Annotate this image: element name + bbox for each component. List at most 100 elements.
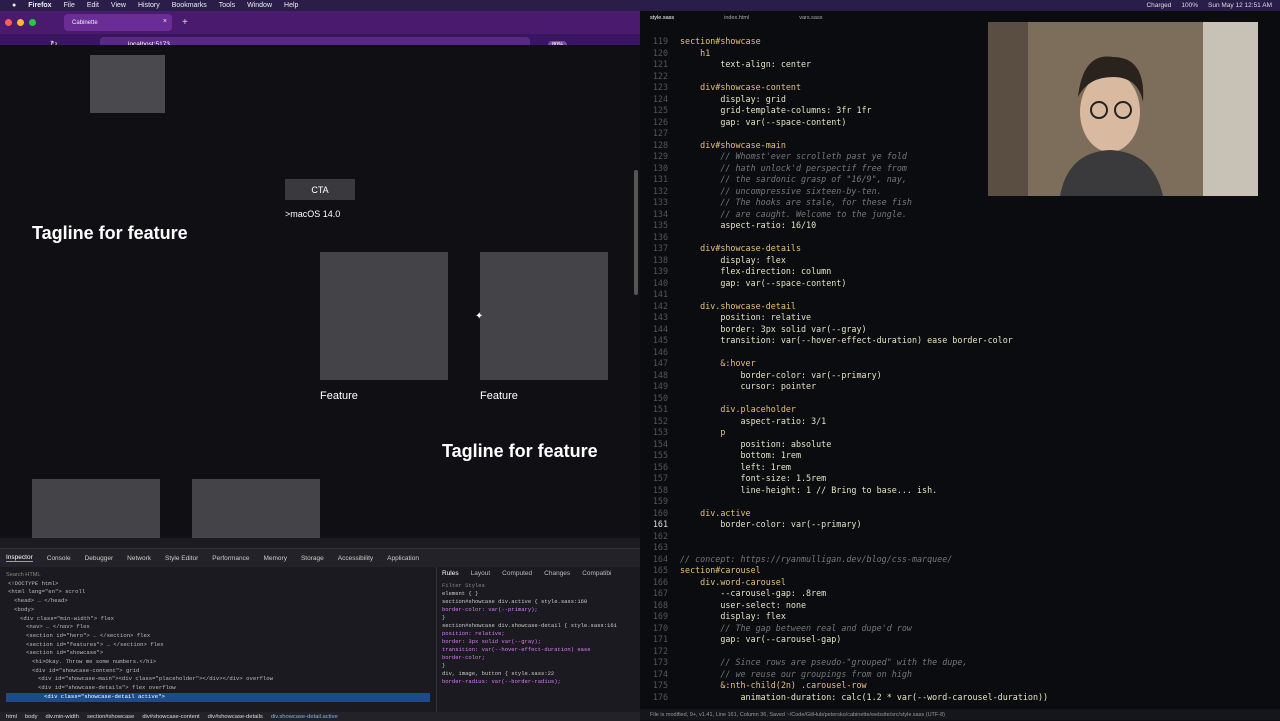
- menu-help[interactable]: Help: [284, 2, 298, 9]
- filter-styles-input[interactable]: Filter Styles: [442, 582, 636, 590]
- code-line[interactable]: 148 border-color: var(--primary): [640, 370, 1280, 382]
- menu-edit[interactable]: Edit: [87, 2, 99, 9]
- code-line[interactable]: 169 display: flex: [640, 611, 1280, 623]
- tab-storage[interactable]: Storage: [301, 555, 324, 562]
- tree-node[interactable]: <!DOCTYPE html>: [6, 580, 430, 589]
- menu-history[interactable]: History: [138, 2, 160, 9]
- tab-memory[interactable]: Memory: [263, 555, 286, 562]
- feature-card-placeholder[interactable]: [320, 252, 448, 380]
- tab-debugger[interactable]: Debugger: [85, 555, 114, 562]
- code-line[interactable]: 138 display: flex: [640, 255, 1280, 267]
- tree-node[interactable]: <head> … </head>: [6, 597, 430, 606]
- search-html-input[interactable]: Search HTML: [6, 571, 430, 580]
- menu-app[interactable]: Firefox: [28, 2, 51, 9]
- tab-compatibility[interactable]: Compatibi: [582, 570, 611, 578]
- page-scrollbar[interactable]: [634, 170, 638, 295]
- tab-application[interactable]: Application: [387, 555, 419, 562]
- tab-performance[interactable]: Performance: [212, 555, 249, 562]
- code-line[interactable]: 144 border: 3px solid var(--gray): [640, 324, 1280, 336]
- code-line[interactable]: 152 aspect-ratio: 3/1: [640, 416, 1280, 428]
- code-line[interactable]: 161 border-color: var(--primary): [640, 519, 1280, 531]
- code-line[interactable]: 156 left: 1rem: [640, 462, 1280, 474]
- code-line[interactable]: 166 div.word-carousel: [640, 577, 1280, 589]
- apple-icon[interactable]: ●: [12, 2, 16, 9]
- tab-inspector[interactable]: Inspector: [6, 554, 33, 562]
- browser-tab[interactable]: Cabinette ×: [64, 14, 172, 31]
- code-line[interactable]: 160 div.active: [640, 508, 1280, 520]
- css-rule-line[interactable]: transition: var(--hover-effect-duration)…: [442, 646, 636, 654]
- code-line[interactable]: 163: [640, 542, 1280, 554]
- code-line[interactable]: 151 div.placeholder: [640, 404, 1280, 416]
- page-viewport[interactable]: CTA >macOS 14.0 Tagline for feature Feat…: [0, 45, 640, 538]
- tab-network[interactable]: Network: [127, 555, 151, 562]
- css-rule-line[interactable]: border: 3px solid var(--gray);: [442, 638, 636, 646]
- code-line[interactable]: 168 user-select: none: [640, 600, 1280, 612]
- feature-card-placeholder[interactable]: [192, 479, 320, 538]
- code-line[interactable]: 141: [640, 289, 1280, 301]
- code-line[interactable]: 142 div.showcase-detail: [640, 301, 1280, 313]
- tree-node[interactable]: <nav> … </nav> flex: [6, 623, 430, 632]
- code-line[interactable]: 170 // The gap between real and dupe'd r…: [640, 623, 1280, 635]
- code-line[interactable]: 137 div#showcase-details: [640, 243, 1280, 255]
- code-line[interactable]: 139 flex-direction: column: [640, 266, 1280, 278]
- breadcrumb-item[interactable]: section#showcase: [87, 714, 134, 720]
- code-line[interactable]: 162: [640, 531, 1280, 543]
- code-line[interactable]: 135 aspect-ratio: 16/10: [640, 220, 1280, 232]
- css-rule-line[interactable]: position: relative;: [442, 630, 636, 638]
- html-tree[interactable]: Search HTML <!DOCTYPE html> <html lang="…: [0, 567, 437, 712]
- code-line[interactable]: 173 // Since rows are pseudo-"grouped" w…: [640, 657, 1280, 669]
- css-rule-line[interactable]: div, image, button { style.sass:22: [442, 670, 636, 678]
- code-line[interactable]: 165 section#carousel: [640, 565, 1280, 577]
- tree-node[interactable]: <section id="features"> … </section> fle…: [6, 641, 430, 650]
- battery-status[interactable]: Charged: [1146, 0, 1171, 11]
- code-line[interactable]: 143 position: relative: [640, 312, 1280, 324]
- tab-layout[interactable]: Layout: [471, 570, 491, 578]
- code-line[interactable]: 133 // The hooks are stale, for these fi…: [640, 197, 1280, 209]
- css-rule-line[interactable]: border-radius: var(--border-radius);: [442, 678, 636, 686]
- breadcrumb-item[interactable]: html: [6, 714, 17, 720]
- code-line[interactable]: 157 font-size: 1.5rem: [640, 473, 1280, 485]
- tree-node[interactable]: <h1>Okay. Throw me some numbers.</h1>: [6, 658, 430, 667]
- tab-console[interactable]: Console: [47, 555, 71, 562]
- css-rule-line[interactable]: border-color;: [442, 654, 636, 662]
- breadcrumb-item[interactable]: div#showcase-details: [208, 714, 263, 720]
- cta-button[interactable]: CTA: [285, 179, 355, 200]
- code-line[interactable]: 146: [640, 347, 1280, 359]
- code-line[interactable]: 172: [640, 646, 1280, 658]
- editor-tab-vars-sass[interactable]: vars.sass: [799, 15, 822, 21]
- code-line[interactable]: 174 // we reuse our groupings from on hi…: [640, 669, 1280, 681]
- tab-changes[interactable]: Changes: [544, 570, 570, 578]
- menu-window[interactable]: Window: [247, 2, 272, 9]
- menu-bookmarks[interactable]: Bookmarks: [172, 2, 207, 9]
- tree-node[interactable]: <body>: [6, 606, 430, 615]
- code-line[interactable]: 145 transition: var(--hover-effect-durat…: [640, 335, 1280, 347]
- tree-node[interactable]: <div id="showcase-details"> flex overflo…: [6, 684, 430, 693]
- code-line[interactable]: 155 bottom: 1rem: [640, 450, 1280, 462]
- zoom-window-button[interactable]: [29, 19, 36, 26]
- menu-tools[interactable]: Tools: [219, 2, 235, 9]
- code-line[interactable]: 164 // concept: https://ryanmulligan.dev/…: [640, 554, 1280, 566]
- tab-accessibility[interactable]: Accessibility: [338, 555, 373, 562]
- code-line[interactable]: 147 &:hover: [640, 358, 1280, 370]
- clock[interactable]: Sun May 12 12:51 AM: [1208, 0, 1272, 11]
- editor-tab-style-sass[interactable]: style.sass: [650, 15, 674, 21]
- breadcrumb-item[interactable]: body: [25, 714, 38, 720]
- tree-node-selected[interactable]: <div class="showcase-detail active">: [6, 692, 430, 702]
- feature-card-placeholder[interactable]: [480, 252, 608, 380]
- code-line[interactable]: 175 &:nth-child(2n) .carousel-row: [640, 680, 1280, 692]
- css-rule-line[interactable]: border-color: var(--primary);: [442, 606, 636, 614]
- tree-node[interactable]: <div id="showcase-main"><div class="plac…: [6, 675, 430, 684]
- tree-node[interactable]: <section id="hero"> … </section> flex: [6, 632, 430, 641]
- menu-file[interactable]: File: [64, 2, 75, 9]
- code-line[interactable]: 153 p: [640, 427, 1280, 439]
- css-rule-line[interactable]: section#showcase div.active { style.sass…: [442, 598, 636, 606]
- code-line[interactable]: 134 // are caught. Welcome to the jungle…: [640, 209, 1280, 221]
- code-line[interactable]: 158 line-height: 1 // Bring to base... i…: [640, 485, 1280, 497]
- code-line[interactable]: 159: [640, 496, 1280, 508]
- close-window-button[interactable]: [5, 19, 12, 26]
- tree-node[interactable]: <div class="min-width"> flex: [6, 615, 430, 624]
- feature-card-placeholder[interactable]: [32, 479, 160, 538]
- code-line[interactable]: 136: [640, 232, 1280, 244]
- code-line[interactable]: 140 gap: var(--space-content): [640, 278, 1280, 290]
- minimize-window-button[interactable]: [17, 19, 24, 26]
